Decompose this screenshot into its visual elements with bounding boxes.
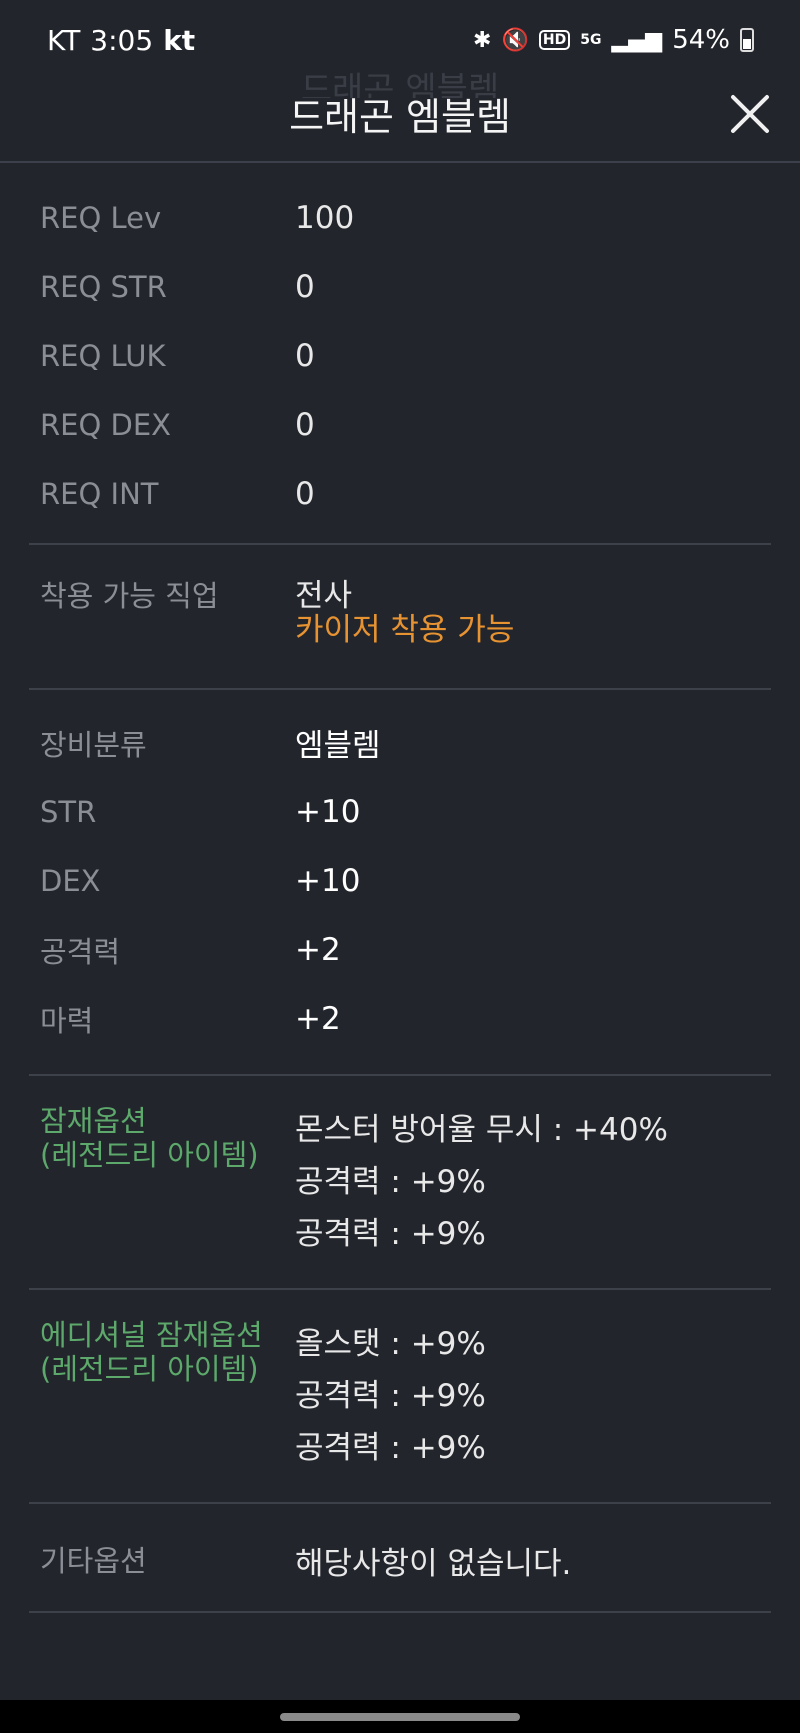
potential-label: 잠재옵션 (레전드리 아이템) xyxy=(29,1104,295,1260)
potential-row: 잠재옵션 (레전드리 아이템) 몬스터 방어율 무시 : +40% 공격력 : … xyxy=(29,1104,771,1260)
close-icon[interactable] xyxy=(728,92,772,136)
stat-label: 마력 xyxy=(40,1003,94,1038)
item-detail: REQ Lev 100 REQ STR 0 REQ LUK 0 REQ DEX … xyxy=(29,165,771,1613)
req-row-luk: REQ LUK 0 xyxy=(29,321,771,390)
stat-row-category: 장비분류 엠블렘 xyxy=(29,708,771,777)
req-value: 0 xyxy=(295,406,315,443)
req-label: REQ Lev xyxy=(40,200,162,235)
potential-section: 잠재옵션 (레전드리 아이템) 몬스터 방어율 무시 : +40% 공격력 : … xyxy=(29,1076,771,1290)
job-row: 착용 가능 직업 전사 카이저 착용 가능 xyxy=(29,579,771,647)
page-title: 드래곤 엠블렘 xyxy=(289,95,511,139)
stat-value: 엠블렘 xyxy=(295,728,381,764)
hd-icon: HD xyxy=(538,30,571,50)
stat-label: 공격력 xyxy=(40,934,121,969)
additional-row: 에디셔널 잠재옵션 (레전드리 아이템) 올스탯 : +9% 공격력 : +9%… xyxy=(29,1318,771,1474)
bluetooth-icon: ✱ xyxy=(473,27,492,53)
stats-section: 장비분류 엠블렘 STR +10 DEX +10 공격력 +2 마력 +2 xyxy=(29,690,771,1076)
additional-line: 공격력 : +9% xyxy=(295,1378,486,1414)
home-handle[interactable] xyxy=(280,1713,520,1721)
additional-label-title: 에디셔널 잠재옵션 xyxy=(40,1318,263,1352)
5g-icon: 5G xyxy=(580,32,602,48)
status-bar: KT 3:05 kt ✱ 🔇 HD 5G ▂▄▆ 54% xyxy=(0,0,800,80)
header: 드래곤 엠블렘 드래곤 엠블렘 xyxy=(0,70,800,163)
status-right: ✱ 🔇 HD 5G ▂▄▆ 54% xyxy=(473,25,754,55)
stat-value: +10 xyxy=(295,862,361,899)
potential-line: 공격력 : +9% xyxy=(295,1216,486,1252)
navigation-bar xyxy=(0,1700,800,1733)
etc-label: 기타옵션 xyxy=(40,1544,147,1578)
potential-line: 몬스터 방어율 무시 : +40% xyxy=(295,1112,668,1148)
stat-value: +2 xyxy=(295,1000,341,1037)
stat-label: DEX xyxy=(40,863,101,898)
req-value: 0 xyxy=(295,337,315,374)
req-row-level: REQ Lev 100 xyxy=(29,183,771,252)
potential-label-title: 잠재옵션 xyxy=(40,1104,147,1138)
additional-label-grade: (레전드리 아이템) xyxy=(40,1352,259,1386)
job-name: 전사 xyxy=(295,578,353,614)
etc-value: 해당사항이 없습니다. xyxy=(295,1546,572,1582)
additional-line: 공격력 : +9% xyxy=(295,1430,486,1466)
requirements-section: REQ Lev 100 REQ STR 0 REQ LUK 0 REQ DEX … xyxy=(29,165,771,545)
stat-row-magic: 마력 +2 xyxy=(29,984,771,1053)
status-left: KT 3:05 kt xyxy=(47,24,195,57)
req-row-str: REQ STR 0 xyxy=(29,252,771,321)
req-label: REQ STR xyxy=(40,269,167,304)
job-note: 카이저 착용 가능 xyxy=(295,612,515,648)
stat-label: STR xyxy=(40,794,97,829)
req-value: 0 xyxy=(295,475,315,512)
potential-label-grade: (레전드리 아이템) xyxy=(40,1138,259,1172)
stat-row-dex: DEX +10 xyxy=(29,846,771,915)
potential-line: 공격력 : +9% xyxy=(295,1164,486,1200)
req-label: REQ LUK xyxy=(40,338,166,373)
mute-icon: 🔇 xyxy=(501,27,529,53)
req-label: REQ INT xyxy=(40,476,159,511)
additional-lines: 올스탯 : +9% 공격력 : +9% 공격력 : +9% xyxy=(295,1318,771,1474)
job-label: 착용 가능 직업 xyxy=(40,579,219,613)
signal-icon: ▂▄▆ xyxy=(611,27,663,53)
stat-value: +10 xyxy=(295,793,361,830)
req-label: REQ DEX xyxy=(40,407,172,442)
clock: 3:05 xyxy=(90,23,154,57)
carrier-logo: kt xyxy=(163,23,196,57)
req-row-dex: REQ DEX 0 xyxy=(29,390,771,459)
req-value: 100 xyxy=(295,199,355,236)
etc-section: 기타옵션 해당사항이 없습니다. xyxy=(29,1504,771,1613)
job-section: 착용 가능 직업 전사 카이저 착용 가능 xyxy=(29,545,771,690)
potential-lines: 몬스터 방어율 무시 : +40% 공격력 : +9% 공격력 : +9% xyxy=(295,1104,771,1260)
additional-potential-section: 에디셔널 잠재옵션 (레전드리 아이템) 올스탯 : +9% 공격력 : +9%… xyxy=(29,1290,771,1504)
req-value: 0 xyxy=(295,268,315,305)
req-row-int: REQ INT 0 xyxy=(29,459,771,528)
additional-line: 올스탯 : +9% xyxy=(295,1326,486,1362)
stat-row-attack: 공격력 +2 xyxy=(29,915,771,984)
stat-row-str: STR +10 xyxy=(29,777,771,846)
etc-row: 기타옵션 해당사항이 없습니다. xyxy=(29,1538,771,1583)
additional-label: 에디셔널 잠재옵션 (레전드리 아이템) xyxy=(29,1318,295,1474)
stat-label: 장비분류 xyxy=(40,727,147,762)
battery-percent: 54% xyxy=(672,25,730,55)
stat-value: +2 xyxy=(295,931,341,968)
carrier-label: KT xyxy=(47,23,81,57)
job-value: 전사 카이저 착용 가능 xyxy=(295,579,771,647)
battery-icon xyxy=(740,28,754,52)
